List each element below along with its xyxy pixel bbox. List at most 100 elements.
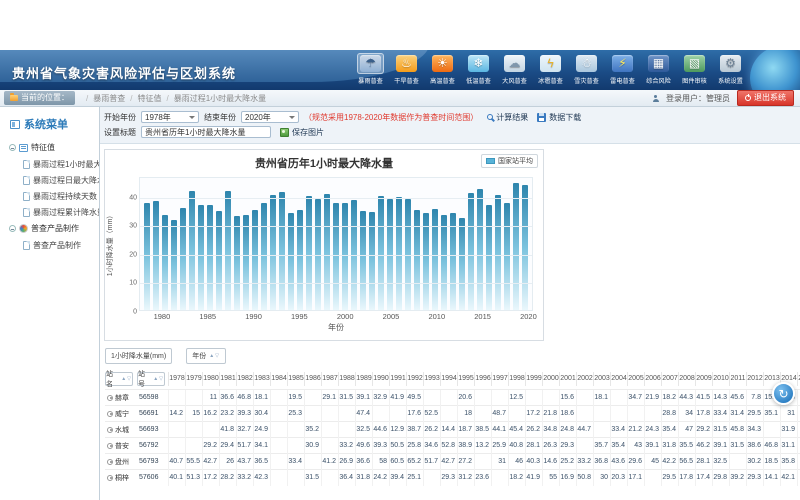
id-sort-header[interactable]: 站号▲▽ bbox=[137, 372, 165, 386]
logout-button[interactable]: 退出系统 bbox=[737, 90, 794, 106]
bar-2012 bbox=[450, 213, 456, 310]
table-header-row: 站名▲▽ 站号▲▽19781979198019811982198319841985… bbox=[105, 369, 800, 389]
nav-item-gale-survey[interactable]: ☁大风普查 bbox=[499, 53, 530, 85]
year-header-1983[interactable]: 1983 bbox=[253, 372, 270, 386]
save-image-button[interactable]: 保存图片 bbox=[280, 127, 324, 138]
nav-item-composite-risk[interactable]: ▦综合风险 bbox=[643, 53, 674, 85]
year-header-1993[interactable]: 1993 bbox=[423, 372, 440, 386]
station-radio-icon[interactable] bbox=[107, 459, 113, 465]
breadcrumb-item[interactable]: 暴雨普查 bbox=[81, 93, 125, 104]
nav-item-map-review[interactable]: ▧图件审核 bbox=[679, 53, 710, 85]
year-header-2012[interactable]: 2012 bbox=[746, 372, 763, 386]
year-header-1997[interactable]: 1997 bbox=[491, 372, 508, 386]
bar-1998 bbox=[324, 194, 330, 310]
query-row-2: 设置标题 贵州省历年1小时最大降水量 保存图片 bbox=[104, 125, 796, 139]
nav-item-drought-survey[interactable]: ♨干旱普查 bbox=[391, 53, 422, 85]
year-header-1996[interactable]: 1996 bbox=[474, 372, 491, 386]
value-cell bbox=[270, 390, 287, 406]
start-year-select[interactable]: 1978年 bbox=[141, 111, 199, 123]
year-header-1981[interactable]: 1981 bbox=[219, 372, 236, 386]
year-header-1982[interactable]: 1982 bbox=[236, 372, 253, 386]
value-cell: 26.9 bbox=[338, 454, 355, 470]
value-cell: 7.8 bbox=[746, 390, 763, 406]
station-radio-icon[interactable] bbox=[107, 443, 113, 449]
year-header-2005[interactable]: 2005 bbox=[627, 372, 644, 386]
year-header-2001[interactable]: 2001 bbox=[559, 372, 576, 386]
value-cell: 25.1 bbox=[406, 470, 423, 486]
nav-item-system-settings[interactable]: ⚙系统设置 bbox=[715, 53, 746, 85]
year-header-2000[interactable]: 2000 bbox=[542, 372, 559, 386]
year-header-1989[interactable]: 1989 bbox=[355, 372, 372, 386]
year-sort-control[interactable]: 年份 ▲▽ bbox=[186, 348, 226, 364]
year-header-2006[interactable]: 2006 bbox=[644, 372, 661, 386]
year-header-1978[interactable]: 1978 bbox=[168, 372, 185, 386]
year-header-2002[interactable]: 2002 bbox=[576, 372, 593, 386]
nav-item-label: 低温普查 bbox=[464, 75, 493, 85]
value-cell bbox=[270, 454, 287, 470]
precipitation-chart: 贵州省历年1小时最大降水量 国家站平均 1小时降水量（mm） 010203040… bbox=[104, 149, 544, 341]
value-cell: 36.6 bbox=[219, 390, 236, 406]
sidebar-group-特征值[interactable]: 特征值 bbox=[0, 139, 99, 156]
year-header-2009[interactable]: 2009 bbox=[695, 372, 712, 386]
floating-widget-icon[interactable]: ↻ bbox=[772, 382, 795, 405]
year-header-2007[interactable]: 2007 bbox=[661, 372, 678, 386]
year-header-1987[interactable]: 1987 bbox=[321, 372, 338, 386]
tree-toggle-icon[interactable] bbox=[9, 144, 16, 151]
year-header-1985[interactable]: 1985 bbox=[287, 372, 304, 386]
end-year-select[interactable]: 2020年 bbox=[241, 111, 299, 123]
sidebar-item-label: 暴雨过程1小时最大降水量 bbox=[33, 159, 99, 170]
nav-item-high-temp-survey[interactable]: ☀高温普查 bbox=[427, 53, 458, 85]
year-header-1998[interactable]: 1998 bbox=[508, 372, 525, 386]
sidebar-item[interactable]: 暴雨过程1小时最大降水量 bbox=[0, 156, 99, 172]
nav-item-lightning-survey[interactable]: ⚡雷电普查 bbox=[607, 53, 638, 85]
measure-selector[interactable]: 1小时降水量(mm) bbox=[105, 348, 172, 364]
calculate-button[interactable]: 计算结果 bbox=[487, 112, 528, 123]
station-radio-icon[interactable] bbox=[107, 475, 113, 481]
tree-toggle-icon[interactable] bbox=[9, 225, 16, 232]
year-header-1994[interactable]: 1994 bbox=[440, 372, 457, 386]
year-header-1990[interactable]: 1990 bbox=[372, 372, 389, 386]
value-cell: 30.9 bbox=[304, 438, 321, 454]
sidebar-item[interactable]: 暴雨过程累计降水量 bbox=[0, 204, 99, 220]
chart-legend[interactable]: 国家站平均 bbox=[481, 154, 538, 168]
station-radio-icon[interactable] bbox=[107, 427, 113, 433]
nav-item-hail-survey[interactable]: ϟ冰雹普查 bbox=[535, 53, 566, 85]
breadcrumb-item[interactable]: 特征值 bbox=[125, 93, 161, 104]
year-header-1984[interactable]: 1984 bbox=[270, 372, 287, 386]
gridline bbox=[140, 226, 532, 227]
year-header-2011[interactable]: 2011 bbox=[729, 372, 746, 386]
nav-item-snow-disaster-survey[interactable]: ☃雪灾普查 bbox=[571, 53, 602, 85]
sidebar-item[interactable]: 暴雨过程日最大降水量 bbox=[0, 172, 99, 188]
year-header-2008[interactable]: 2008 bbox=[678, 372, 695, 386]
chart-title-input[interactable]: 贵州省历年1小时最大降水量 bbox=[141, 126, 271, 138]
station-radio-icon[interactable] bbox=[107, 411, 113, 417]
year-header-1995[interactable]: 1995 bbox=[457, 372, 474, 386]
nav-item-rainstorm-survey[interactable]: ☂暴雨普查 bbox=[355, 53, 386, 85]
year-header-2004[interactable]: 2004 bbox=[610, 372, 627, 386]
year-header-1999[interactable]: 1999 bbox=[525, 372, 542, 386]
bar-2004 bbox=[378, 196, 384, 310]
x-tick-label: 2020 bbox=[520, 312, 537, 321]
year-header-1988[interactable]: 1988 bbox=[338, 372, 355, 386]
breadcrumb-item[interactable]: 暴雨过程1小时最大降水量 bbox=[161, 93, 266, 104]
sidebar-item-label: 暴雨过程日最大降水量 bbox=[33, 175, 99, 186]
station-radio-icon[interactable] bbox=[107, 395, 113, 401]
data-download-button[interactable]: 数据下载 bbox=[537, 112, 581, 123]
year-header-1986[interactable]: 1986 bbox=[304, 372, 321, 386]
year-header-1992[interactable]: 1992 bbox=[406, 372, 423, 386]
nav-item-low-temp-survey[interactable]: ❄低温普查 bbox=[463, 53, 494, 85]
year-header-1991[interactable]: 1991 bbox=[389, 372, 406, 386]
value-cell: 20.3 bbox=[610, 470, 627, 486]
year-header-1980[interactable]: 1980 bbox=[202, 372, 219, 386]
sidebar-item[interactable]: 普查产品制作 bbox=[0, 237, 99, 253]
sidebar-group-普查产品制作[interactable]: 普查产品制作 bbox=[0, 220, 99, 237]
year-header-2003[interactable]: 2003 bbox=[593, 372, 610, 386]
year-header-1979[interactable]: 1979 bbox=[185, 372, 202, 386]
value-cell: 24.2 bbox=[372, 470, 389, 486]
sidebar-item[interactable]: 暴雨过程持续天数 bbox=[0, 188, 99, 204]
station-id: 57606 bbox=[137, 474, 168, 481]
year-header-2010[interactable]: 2010 bbox=[712, 372, 729, 386]
value-cell bbox=[576, 438, 593, 454]
value-cell: 29.3 bbox=[559, 438, 576, 454]
station-sort-header[interactable]: 站名▲▽ bbox=[105, 372, 133, 386]
